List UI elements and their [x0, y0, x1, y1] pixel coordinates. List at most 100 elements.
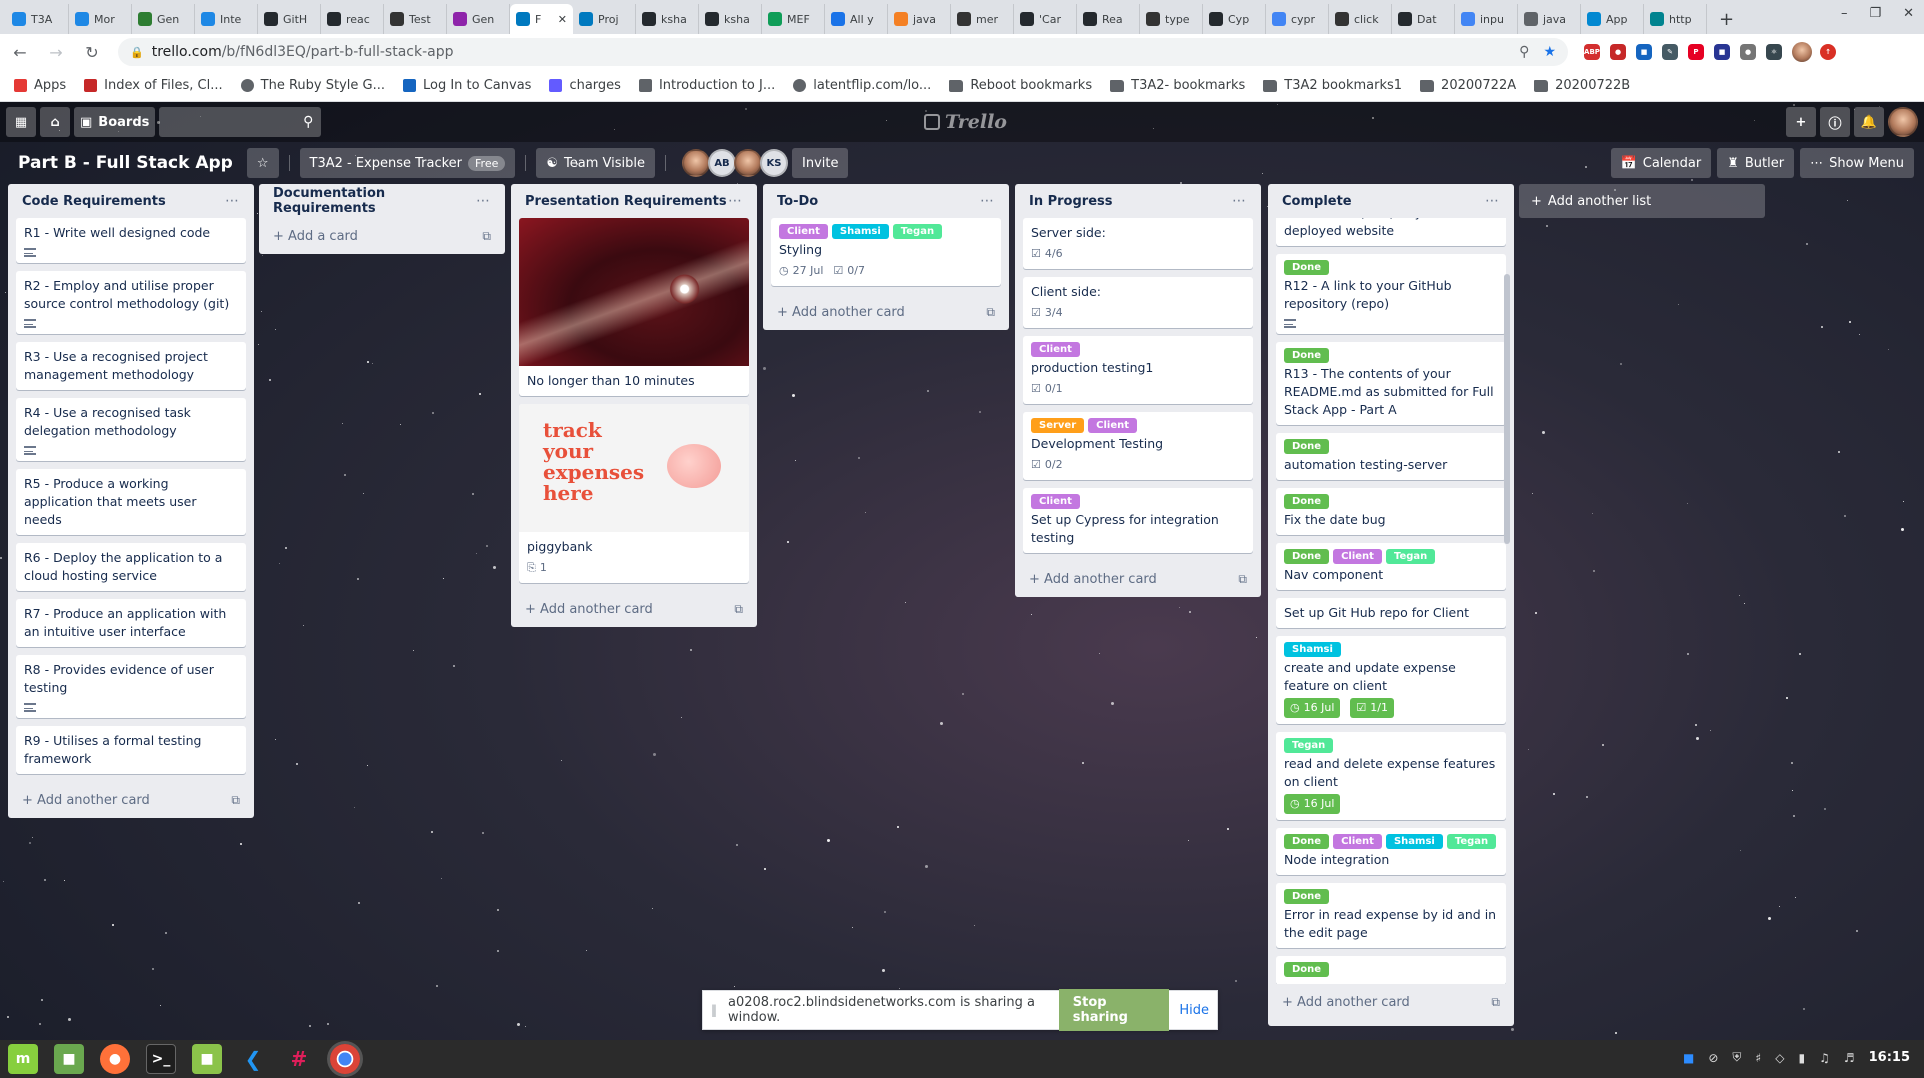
card-label[interactable]: Done — [1284, 834, 1330, 849]
blocked-icon[interactable]: ⊘ — [1708, 1051, 1718, 1065]
card[interactable]: Client Shamsi Tegan Styling ◷ 27 Jul ☑ 0/7 — [771, 218, 1001, 286]
drag-handle-icon[interactable]: ‖ — [711, 1003, 718, 1017]
bookmark-star-icon[interactable]: ★ — [1543, 44, 1556, 60]
card-template-icon[interactable]: ⧉ — [1491, 995, 1500, 1010]
eyedropper-icon[interactable]: ✎ — [1662, 44, 1678, 60]
forward-arrow-icon[interactable]: → — [46, 43, 66, 62]
card[interactable]: R8 - Provides evidence of user testing — [16, 655, 246, 718]
card-label[interactable]: Client — [1088, 418, 1138, 433]
bookmark-item[interactable]: Index of Files, Cl... — [84, 78, 223, 93]
card-label[interactable]: Shamsi — [1284, 642, 1341, 657]
add-card-button[interactable]: + Add another card ⧉ — [16, 782, 246, 818]
close-icon[interactable]: ✕ — [1903, 6, 1914, 21]
reload-icon[interactable]: ↻ — [82, 43, 102, 62]
card-label[interactable]: Client — [1031, 342, 1080, 357]
browser-tab[interactable]: type — [1140, 4, 1203, 34]
bookmark-item[interactable]: Log In to Canvas — [402, 78, 531, 93]
minimize-icon[interactable]: – — [1841, 6, 1848, 21]
music-icon[interactable]: ♫ — [1819, 1051, 1830, 1065]
list-title[interactable]: Documentation Requirements — [273, 186, 476, 216]
mint-menu-icon[interactable]: m — [8, 1044, 38, 1074]
card-label[interactable]: Done — [1284, 549, 1330, 564]
team-button[interactable]: T3A2 - Expense Tracker Free — [299, 148, 516, 178]
card[interactable]: R1 - Write well designed code — [16, 218, 246, 263]
member-avatar[interactable]: KS — [760, 149, 788, 177]
restore-icon[interactable]: ❐ — [1869, 6, 1881, 21]
list-header[interactable]: Presentation Requirements ⋯ — [519, 184, 749, 218]
browser-tab[interactable]: T3A — [6, 4, 69, 34]
browser-tab[interactable]: java — [1518, 4, 1581, 34]
browser-tab[interactable]: inpu — [1455, 4, 1518, 34]
browser-tab[interactable]: java — [888, 4, 951, 34]
card-label[interactable]: Done — [1284, 889, 1330, 904]
list-header[interactable]: To-Do ⋯ — [771, 184, 1001, 218]
card-label[interactable]: Server — [1031, 418, 1085, 433]
browser-tab[interactable]: mer — [951, 4, 1014, 34]
bookmark-item[interactable]: Introduction to J... — [638, 78, 775, 93]
card[interactable]: R6 - Deploy the application to a cloud h… — [16, 543, 246, 591]
more-icon[interactable]: ⋯ — [225, 193, 240, 209]
card-label[interactable]: Done — [1284, 962, 1330, 977]
list-title[interactable]: Presentation Requirements — [525, 194, 727, 209]
card[interactable]: R5 - Produce a working application that … — [16, 469, 246, 535]
browser-tab[interactable]: MEF — [762, 4, 825, 34]
bookmark-item[interactable]: T3A2 bookmarks1 — [1263, 78, 1402, 93]
home-button[interactable]: ⌂ — [40, 107, 70, 137]
bookmark-item[interactable]: 20200722B — [1534, 78, 1630, 93]
card-label[interactable]: Shamsi — [831, 224, 889, 239]
trello-logo[interactable]: Trello — [924, 111, 1007, 133]
card-label[interactable]: Client — [1031, 494, 1080, 509]
due-date-badge[interactable]: ◷ 27 Jul — [779, 262, 823, 280]
card-template-icon[interactable]: ⧉ — [231, 793, 240, 808]
bookmark-item[interactable]: 20200722A — [1420, 78, 1516, 93]
bookmark-item[interactable]: latentflip.com/lo... — [793, 78, 931, 93]
card[interactable]: R3 - Use a recognised project management… — [16, 342, 246, 390]
update-icon[interactable]: ↑ — [1820, 44, 1836, 60]
card[interactable]: Done Client Shamsi Tegan Node integration — [1276, 828, 1506, 875]
card[interactable]: Done Fix the date bug — [1276, 488, 1506, 535]
invite-button[interactable]: Invite — [792, 148, 849, 178]
card[interactable]: Tegan read and delete expense features on… — [1276, 732, 1506, 820]
browser-tab[interactable]: Proj — [573, 4, 636, 34]
browser-tab[interactable]: Gen — [447, 4, 510, 34]
card-label[interactable]: Client — [1333, 834, 1382, 849]
card[interactable]: Done Client Tegan Nav component — [1276, 543, 1506, 590]
card-label[interactable]: Tegan — [1284, 738, 1334, 753]
bookmark-item[interactable]: charges — [549, 78, 621, 93]
list-title[interactable]: Complete — [1282, 194, 1352, 209]
card-label[interactable]: Client — [779, 224, 828, 239]
card[interactable]: Client Set up Cypress for integration tes… — [1023, 488, 1253, 553]
card-label[interactable]: Shamsi — [1385, 834, 1443, 849]
card[interactable]: Done Error in read expense by id and in t… — [1276, 883, 1506, 948]
browser-tab[interactable]: ksha — [699, 4, 762, 34]
card[interactable]: Shamsi create and update expense feature … — [1276, 636, 1506, 724]
card[interactable]: Client production testing1 ☑ 0/1 — [1023, 336, 1253, 404]
member-avatar[interactable]: AB — [708, 149, 736, 177]
browser-tab[interactable]: Mor — [69, 4, 132, 34]
card[interactable]: R7 - Produce an application with an intu… — [16, 599, 246, 647]
browser-tab[interactable]: ksha — [636, 4, 699, 34]
card[interactable]: Done automation testing-server — [1276, 433, 1506, 480]
battery-icon[interactable]: ▮ — [1798, 1051, 1805, 1065]
terminal-icon[interactable]: >_ — [146, 1044, 176, 1074]
calendar-button[interactable]: 📅 Calendar — [1610, 148, 1712, 178]
vscode-icon[interactable]: ❮ — [238, 1044, 268, 1074]
wifi-icon[interactable]: ◇ — [1775, 1051, 1784, 1065]
card[interactable]: Done R13 - The contents of your README.md… — [1276, 342, 1506, 425]
more-icon[interactable]: ⋯ — [980, 193, 995, 209]
back-arrow-icon[interactable]: ← — [10, 43, 30, 62]
volume-icon[interactable]: ♬ — [1844, 1051, 1855, 1065]
list-scrollbar[interactable] — [1504, 274, 1510, 544]
extension-icon[interactable]: ■ — [1714, 44, 1730, 60]
info-button[interactable]: ⓘ — [1820, 107, 1850, 137]
create-button[interactable]: + — [1786, 107, 1816, 137]
zoom-icon[interactable]: ⚲ — [1519, 44, 1529, 60]
apps-switcher-button[interactable]: ▦ — [6, 107, 36, 137]
card-label[interactable]: Done — [1284, 260, 1330, 275]
add-card-button[interactable]: + Add a card ⧉ — [267, 218, 497, 254]
member-avatar[interactable] — [682, 149, 710, 177]
card[interactable]: R11 - A link (URL) to your deployed webs… — [1276, 218, 1506, 246]
card-template-icon[interactable]: ⧉ — [482, 229, 491, 244]
bluetooth-icon[interactable]: ♯ — [1755, 1051, 1761, 1065]
add-list-button[interactable]: + Add another list — [1519, 184, 1765, 218]
